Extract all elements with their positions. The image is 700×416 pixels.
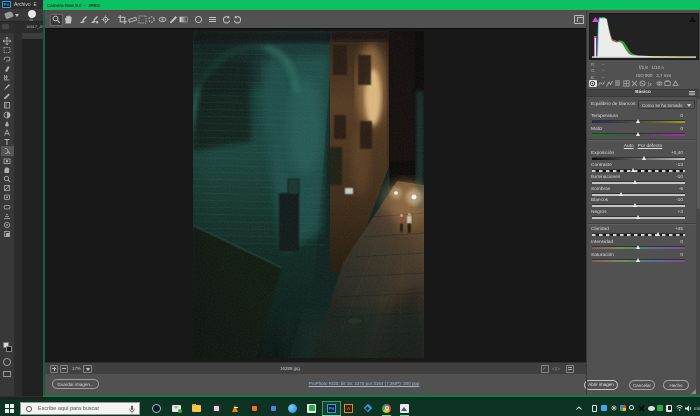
svg-text:fx: fx xyxy=(648,81,653,87)
